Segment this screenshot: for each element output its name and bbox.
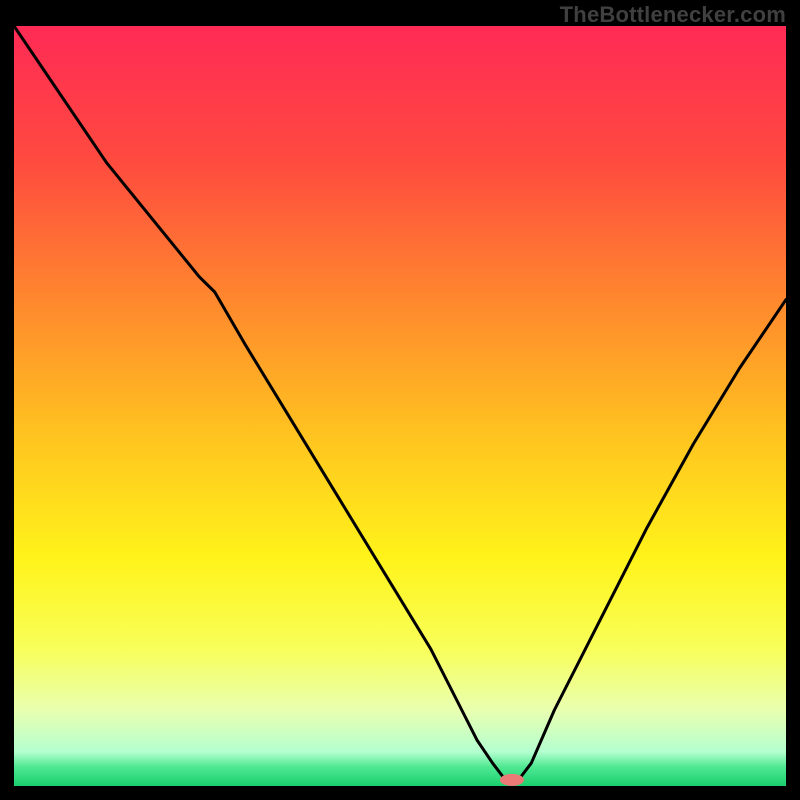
optimal-marker [500,774,524,786]
watermark-text: TheBottlenecker.com [560,2,786,28]
bottleneck-chart [14,26,786,786]
plot-area [14,26,786,786]
gradient-background [14,26,786,786]
chart-frame: TheBottlenecker.com [0,0,800,800]
